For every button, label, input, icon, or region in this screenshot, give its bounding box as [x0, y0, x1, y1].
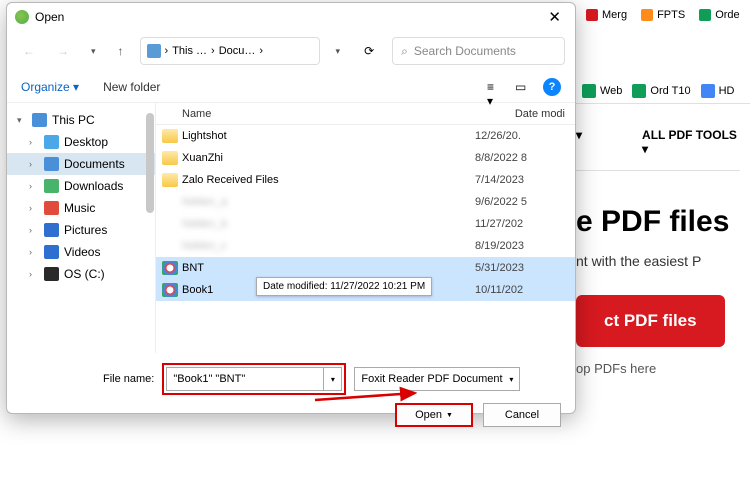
file-row[interactable]: BNT5/31/2023 [156, 257, 575, 279]
filetype-select[interactable]: Foxit Reader PDF Document▾ [354, 367, 520, 391]
list-view-icon[interactable]: ≡ ▾ [487, 80, 503, 94]
folder-icon [147, 44, 161, 58]
back-button[interactable]: ← [17, 40, 41, 62]
filename-label: File name: [103, 373, 154, 385]
cancel-button[interactable]: Cancel [483, 403, 561, 427]
file-row[interactable]: Zalo Received Files7/14/2023 [156, 169, 575, 191]
tree-node[interactable]: ›OS (C:) [7, 263, 155, 285]
file-row[interactable]: hidden_a9/6/2022 5 [156, 191, 575, 213]
tree-node[interactable]: ›Downloads [7, 175, 155, 197]
crumb-dropdown[interactable]: ▾ [330, 42, 347, 61]
organize-menu[interactable]: Organize ▾ [21, 80, 79, 94]
pdf-icon [162, 283, 178, 297]
app-icon [15, 10, 29, 24]
bookmark[interactable]: HD [701, 84, 735, 98]
close-icon[interactable]: ✕ [542, 6, 567, 28]
recent-dropdown[interactable]: ▾ [85, 42, 102, 61]
file-row[interactable]: hidden_b11/27/202 [156, 213, 575, 235]
file-icon [162, 195, 178, 209]
file-row[interactable]: Lightshot12/26/20. [156, 125, 575, 147]
file-row[interactable]: hidden_c8/19/2023 [156, 235, 575, 257]
tooltip: Date modified: 11/27/2022 10:21 PM [256, 277, 432, 296]
dialog-title: Open [35, 10, 542, 24]
tree-node[interactable]: ›Videos [7, 241, 155, 263]
folder-icon [162, 129, 178, 143]
tree-node[interactable]: ›Pictures [7, 219, 155, 241]
bookmark[interactable]: Web [582, 84, 622, 98]
drop-hint: op PDFs here [576, 361, 740, 376]
tree-node[interactable]: ▾This PC [7, 109, 155, 131]
filename-dropdown[interactable]: ▾ [324, 367, 342, 391]
browser-tab[interactable]: Orde [693, 4, 745, 26]
page-headline: e PDF files [576, 205, 740, 239]
folder-icon [162, 173, 178, 187]
file-icon [162, 217, 178, 231]
pdf-icon [162, 261, 178, 275]
open-file-dialog: Open ✕ ← → ▾ ↑ ›This … ›Docu… › ▾ ⟳ ⌕ Se… [6, 2, 576, 414]
refresh-button[interactable]: ⟳ [356, 40, 382, 62]
file-icon [162, 239, 178, 253]
select-pdf-button[interactable]: ct PDF files [576, 295, 725, 347]
preview-pane-icon[interactable]: ▭ [515, 80, 531, 94]
tree-node[interactable]: ›Music [7, 197, 155, 219]
all-pdf-tools-dropdown[interactable]: ALL PDF TOOLS ▾ [642, 128, 740, 156]
browser-tab[interactable]: Merg [580, 4, 633, 26]
up-button[interactable]: ↑ [112, 40, 130, 62]
folder-icon [162, 151, 178, 165]
col-name[interactable]: Name [182, 108, 515, 120]
col-date[interactable]: Date modi [515, 108, 565, 120]
search-icon: ⌕ [401, 44, 408, 59]
new-folder-button[interactable]: New folder [103, 80, 160, 94]
help-icon[interactable]: ? [543, 78, 561, 96]
open-button[interactable]: Open▼ [395, 403, 473, 427]
bookmark[interactable]: Ord T10 [632, 84, 690, 98]
tree-node[interactable]: ›Documents [7, 153, 155, 175]
forward-button[interactable]: → [51, 40, 75, 62]
breadcrumb[interactable]: ›This … ›Docu… › [140, 37, 320, 65]
scrollbar[interactable] [146, 113, 154, 213]
folder-tree: ▾This PC›Desktop›Documents›Downloads›Mus… [7, 103, 155, 353]
search-input[interactable]: ⌕ Search Documents [392, 37, 565, 65]
page-subtitle: nt with the easiest P [576, 253, 740, 269]
file-row[interactable]: XuanZhi8/8/2022 8 [156, 147, 575, 169]
browser-tab[interactable]: FPTS [635, 4, 691, 26]
filename-input[interactable] [166, 367, 324, 391]
tree-node[interactable]: ›Desktop [7, 131, 155, 153]
